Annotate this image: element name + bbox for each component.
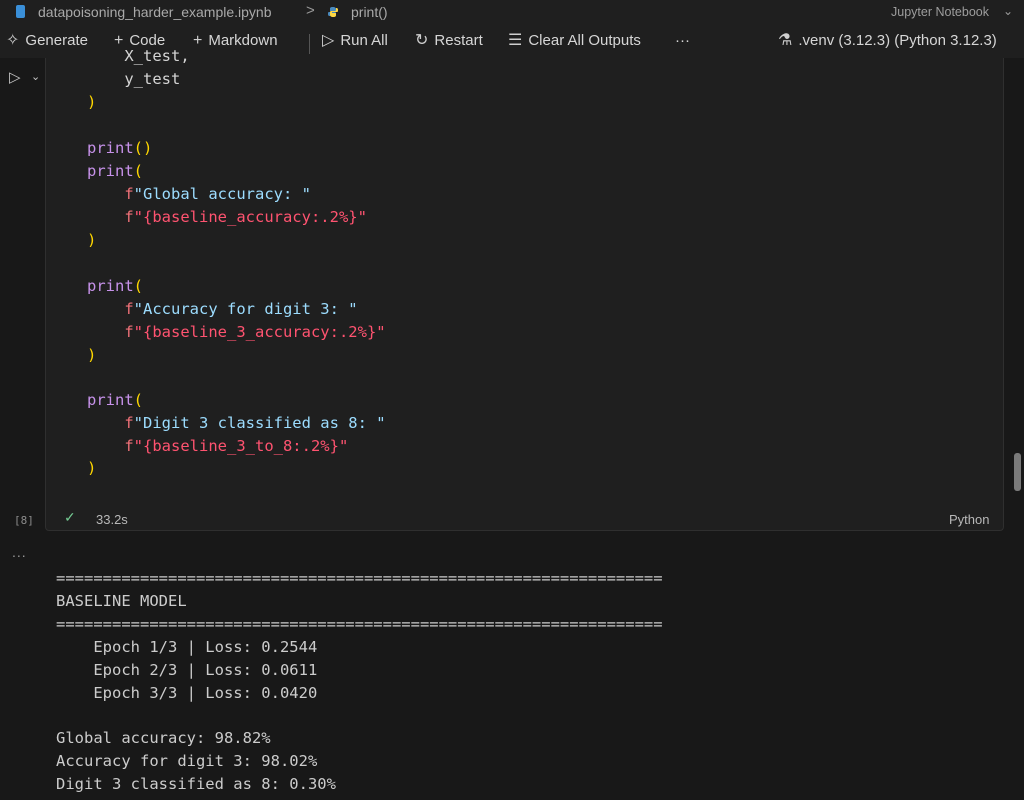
execution-duration: 33.2s — [96, 512, 128, 527]
code-line: ) — [87, 459, 97, 477]
code-line: print( — [87, 277, 144, 295]
run-all-label: Run All — [340, 32, 388, 49]
output-line: Global accuracy: 98.82% — [56, 729, 271, 747]
plus-icon: + — [193, 31, 203, 49]
markdown-label: Markdown — [208, 32, 278, 49]
code-line: f"{baseline_3_accuracy:.2%}" — [124, 323, 386, 341]
code-line: f"Accuracy for digit 3: " — [124, 300, 358, 318]
code-line: print( — [87, 391, 144, 409]
chevron-down-icon[interactable]: ⌄ — [1003, 4, 1013, 18]
code-line: ) — [87, 93, 97, 111]
more-actions-button[interactable]: ··· — [675, 32, 690, 49]
generate-button[interactable]: ✧ Generate — [6, 32, 88, 49]
clear-outputs-label: Clear All Outputs — [528, 32, 641, 49]
clear-all-outputs-button[interactable]: ☰ Clear All Outputs — [508, 32, 641, 49]
restart-label: Restart — [434, 32, 483, 49]
chevron-down-icon[interactable]: ⌄ — [31, 70, 40, 83]
breadcrumb-symbol[interactable]: print() — [351, 4, 388, 20]
restart-icon: ↻ — [415, 31, 429, 49]
output-more-actions[interactable]: ... — [12, 544, 27, 560]
output-line: BASELINE MODEL — [56, 592, 187, 610]
python-symbol-icon — [328, 7, 338, 17]
toolbar-divider — [309, 34, 310, 54]
scrollbar[interactable] — [1010, 58, 1024, 800]
run-all-button[interactable]: ▷ Run All — [322, 32, 388, 49]
code-line: f"{baseline_3_to_8:.2%}" — [124, 437, 349, 455]
kernel-picker[interactable]: ⚗ .venv (3.12.3) (Python 3.12.3) — [778, 32, 997, 49]
scrollbar-thumb[interactable] — [1014, 453, 1021, 491]
notebook-type-label[interactable]: Jupyter Notebook — [891, 5, 989, 19]
code-line: X_test, — [87, 47, 190, 65]
breadcrumb-separator: > — [306, 2, 315, 19]
output-line: Digit 3 classified as 8: 0.30% — [56, 775, 336, 793]
restart-button[interactable]: ↻ Restart — [415, 32, 483, 49]
output-line: Epoch 2/3 | Loss: 0.0611 — [56, 661, 318, 679]
breadcrumb: datapoisoning_harder_example.ipynb > pri… — [0, 0, 1024, 24]
output-line: Epoch 3/3 | Loss: 0.0420 — [56, 684, 318, 702]
code-line: ) — [87, 231, 97, 249]
notebook-file-icon — [16, 5, 25, 18]
generate-label: Generate — [25, 32, 88, 49]
code-line: print( — [87, 162, 144, 180]
flask-icon: ⚗ — [778, 31, 793, 49]
output-line: ========================================… — [56, 569, 663, 587]
output-line: Accuracy for digit 3: 98.02% — [56, 752, 318, 770]
cell-language[interactable]: Python — [949, 512, 989, 527]
clear-outputs-icon: ☰ — [508, 31, 523, 49]
more-label: ··· — [675, 32, 690, 49]
breadcrumb-file[interactable]: datapoisoning_harder_example.ipynb — [38, 4, 272, 20]
output-line: Epoch 1/3 | Loss: 0.2544 — [56, 638, 318, 656]
execution-count: [8] — [14, 514, 34, 527]
add-markdown-button[interactable]: + Markdown — [193, 32, 278, 49]
code-line: print() — [87, 139, 153, 157]
code-line: y_test — [87, 70, 181, 88]
code-line: f"Global accuracy: " — [124, 185, 311, 203]
kernel-label: .venv (3.12.3) (Python 3.12.3) — [798, 32, 997, 49]
sparkle-icon: ✧ — [6, 31, 20, 49]
code-line: f"Digit 3 classified as 8: " — [124, 414, 386, 432]
run-cell-icon[interactable]: ▷ — [9, 68, 21, 86]
code-line: f"{baseline_accuracy:.2%}" — [124, 208, 367, 226]
output-line: ========================================… — [56, 615, 663, 633]
run-all-icon: ▷ — [322, 31, 335, 49]
check-icon: ✓ — [64, 509, 76, 525]
code-cell[interactable] — [45, 58, 1004, 531]
code-line: ) — [87, 346, 97, 364]
